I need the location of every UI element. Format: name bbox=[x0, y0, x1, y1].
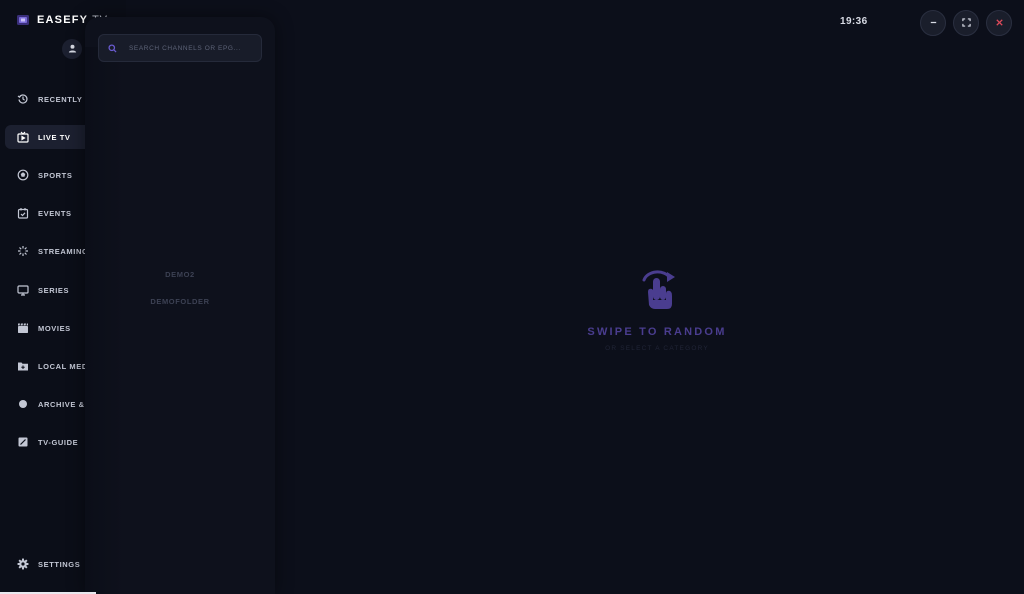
minimize-icon bbox=[929, 14, 938, 32]
clock: 19:36 bbox=[840, 16, 868, 27]
sidebar-item-label: LIVE TV bbox=[38, 132, 71, 142]
archive-icon bbox=[17, 398, 29, 410]
sidebar-item-label: STREAMING bbox=[38, 246, 89, 256]
sports-ball-icon bbox=[17, 169, 29, 181]
history-icon bbox=[17, 93, 29, 105]
brand-name: EASEFY bbox=[37, 14, 89, 26]
guide-icon bbox=[17, 436, 29, 448]
app-window: EASEFY.TV RECENTLY VIEWED bbox=[0, 0, 1024, 594]
fullscreen-button[interactable] bbox=[953, 10, 979, 36]
easefy-logo-icon bbox=[16, 13, 30, 27]
sidebar-item-label: SETTINGS bbox=[38, 559, 81, 569]
user-profile-button[interactable] bbox=[62, 39, 82, 59]
category-panel: DEMO2 DEMOFOLDER bbox=[85, 17, 275, 594]
clapperboard-icon bbox=[17, 322, 29, 334]
sidebar-item-label: SPORTS bbox=[38, 170, 73, 180]
user-icon bbox=[68, 40, 77, 58]
swipe-to-random-button[interactable]: SWIPE TO RANDOM bbox=[557, 326, 757, 338]
search-icon bbox=[108, 43, 117, 53]
category-item-demo2[interactable]: DEMO2 bbox=[85, 270, 275, 279]
live-tv-icon bbox=[17, 131, 29, 143]
swipe-hand-icon bbox=[634, 266, 680, 312]
fullscreen-icon bbox=[961, 14, 971, 32]
sidebar-item-label: EVENTS bbox=[38, 208, 72, 218]
search-input[interactable] bbox=[127, 43, 251, 53]
close-button[interactable] bbox=[986, 10, 1012, 36]
sidebar-item-label: TV-GUIDE bbox=[38, 437, 79, 447]
streaming-icon bbox=[17, 245, 29, 257]
minimize-button[interactable] bbox=[920, 10, 946, 36]
calendar-icon bbox=[17, 207, 29, 219]
category-item-demofolder[interactable]: DEMOFOLDER bbox=[85, 297, 275, 306]
search-box[interactable] bbox=[98, 34, 262, 62]
select-category-hint: OR SELECT A CATEGORY bbox=[605, 345, 709, 352]
sidebar-item-label: SERIES bbox=[38, 285, 70, 295]
monitor-icon bbox=[17, 284, 29, 296]
close-icon bbox=[995, 14, 1004, 32]
sidebar-item-label: MOVIES bbox=[38, 323, 71, 333]
gear-icon bbox=[17, 558, 29, 570]
folder-icon bbox=[17, 360, 29, 372]
